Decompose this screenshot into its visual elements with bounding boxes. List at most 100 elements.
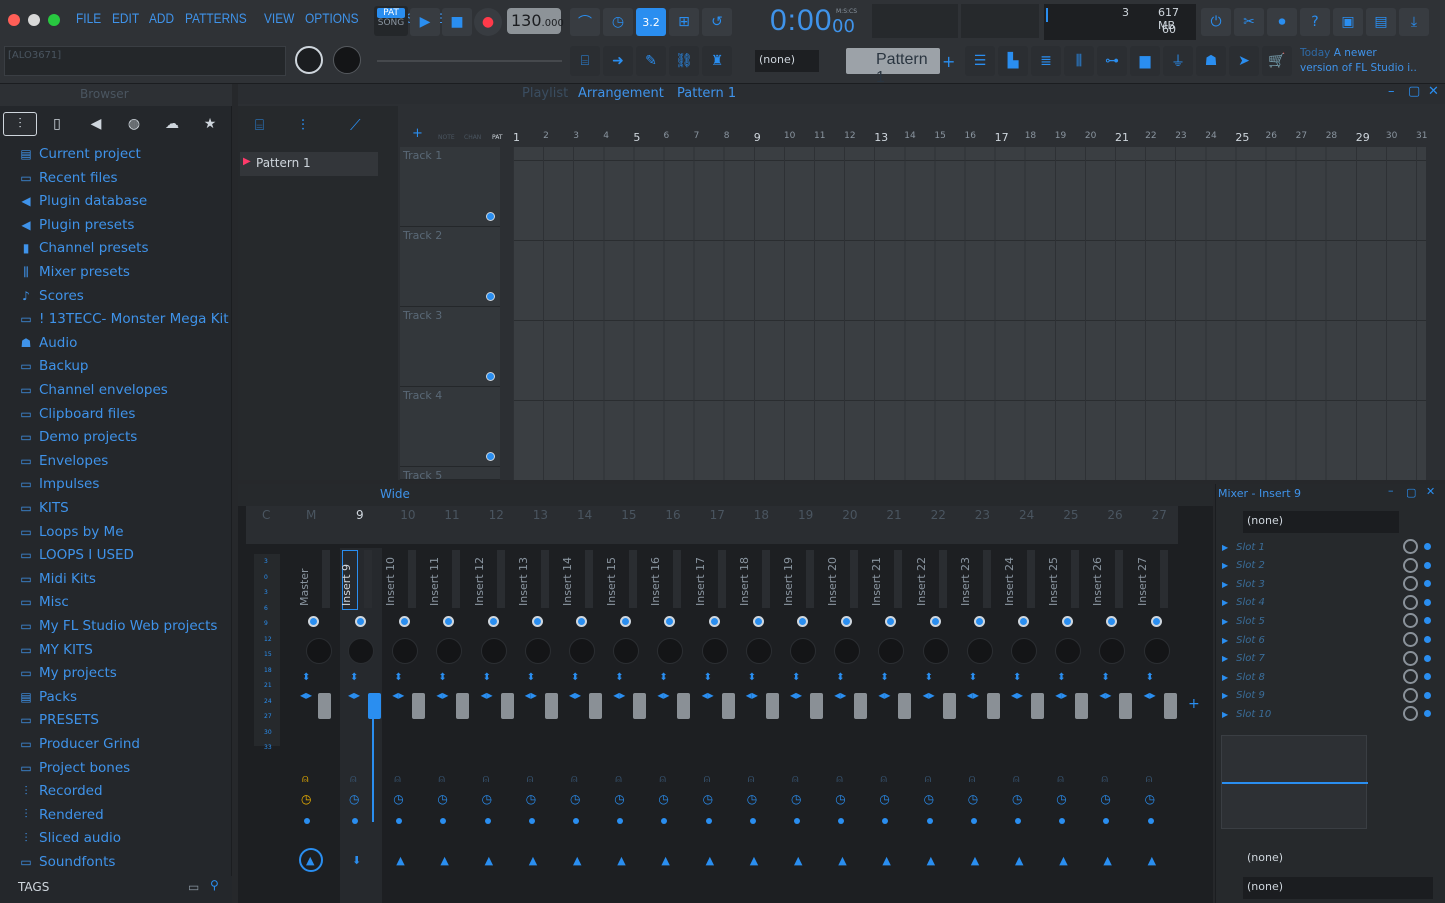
- track-header[interactable]: Track 1: [400, 147, 500, 227]
- phase-icon[interactable]: ◂▸: [481, 688, 493, 702]
- swap-icon[interactable]: ⬍: [969, 672, 977, 683]
- clock-icon[interactable]: ◷: [393, 792, 403, 806]
- browser-item[interactable]: ⫶ Rendered: [18, 804, 103, 826]
- slot-enable-led[interactable]: [1424, 654, 1431, 662]
- route-led[interactable]: [1103, 818, 1110, 824]
- route-led[interactable]: [749, 818, 756, 824]
- blend-notes-button[interactable]: ⊞: [669, 8, 699, 36]
- pan-knob[interactable]: [929, 616, 941, 627]
- tempo-display[interactable]: 130.000: [507, 8, 564, 34]
- track-header[interactable]: Track 5: [400, 467, 500, 482]
- cut-button[interactable]: ✂: [1234, 8, 1264, 36]
- folder-icon[interactable]: ▭: [188, 880, 199, 894]
- close-window-button[interactable]: [8, 14, 20, 26]
- volume-fader[interactable]: [500, 693, 514, 719]
- snap-selector[interactable]: (none): [755, 50, 819, 72]
- shop-button[interactable]: 🛒: [1262, 46, 1292, 76]
- volume-fader[interactable]: [1075, 693, 1089, 719]
- automation-icon[interactable]: ⫶: [301, 116, 305, 134]
- phase-icon[interactable]: ◂▸: [1099, 688, 1111, 702]
- cpu-monitor[interactable]: 3 617 MB 60: [1044, 4, 1196, 40]
- stereo-knob[interactable]: [436, 638, 463, 664]
- phase-icon[interactable]: ◂▸: [790, 688, 802, 702]
- swap-icon[interactable]: ⬍: [1013, 672, 1021, 683]
- playlist-button[interactable]: ☰: [965, 46, 995, 76]
- mixer-strip[interactable]: Insert 19 ⬍ ◂▸ ⍝ ◷ ▲: [782, 548, 824, 903]
- step-edit-button[interactable]: 3.2: [636, 8, 666, 36]
- phase-icon[interactable]: ◂▸: [613, 688, 625, 702]
- slot-mix-knob[interactable]: [1403, 557, 1418, 573]
- send-arrow-icon[interactable]: ▲: [440, 854, 448, 867]
- browser-item[interactable]: ▭ Backup: [18, 355, 88, 377]
- piano-roll-window-button[interactable]: ▙: [998, 46, 1028, 76]
- browser-item[interactable]: ▭ My FL Studio Web projects: [18, 615, 217, 637]
- effect-slot[interactable]: ▶ Slot 10: [1222, 705, 1431, 723]
- pan-knob[interactable]: [355, 616, 366, 627]
- route-led[interactable]: [528, 818, 535, 824]
- stereo-knob[interactable]: [790, 638, 816, 664]
- track-enable-led[interactable]: [486, 292, 495, 301]
- swap-icon[interactable]: ⬍: [836, 672, 844, 683]
- mic-icon[interactable]: ⍝: [659, 772, 666, 786]
- route-led[interactable]: [396, 818, 403, 824]
- pan-knob[interactable]: [1106, 616, 1118, 627]
- crumb-pattern[interactable]: Pattern 1: [677, 86, 736, 101]
- volume-fader[interactable]: [544, 693, 558, 719]
- route-led[interactable]: [882, 818, 889, 824]
- pan-knob[interactable]: [1062, 616, 1074, 627]
- tab-plugins[interactable]: ◀: [79, 112, 113, 136]
- track-header[interactable]: Track 3: [400, 307, 500, 387]
- lock-icon[interactable]: ⍝: [302, 772, 309, 786]
- mixer-strip[interactable]: Insert 13 ⬍ ◂▸ ⍝ ◷ ▲: [516, 548, 559, 903]
- add-insert-button[interactable]: +: [1188, 696, 1200, 712]
- route-led[interactable]: [926, 818, 933, 824]
- send-arrow-icon[interactable]: ▲: [971, 854, 979, 867]
- loop-record-button[interactable]: ↺: [702, 8, 732, 36]
- pan-knob[interactable]: [620, 616, 632, 627]
- mic-icon[interactable]: ⍝: [748, 772, 755, 786]
- swap-icon[interactable]: ⬍: [792, 672, 800, 683]
- browser-item[interactable]: ▤ Current project: [18, 143, 141, 165]
- mixer-strip[interactable]: Insert 27 ⬍ ◂▸ ⍝ ◷ ▲: [1135, 548, 1178, 903]
- channel-rack-button[interactable]: ≣: [1031, 46, 1061, 76]
- mic-icon[interactable]: ⍝: [1057, 772, 1064, 786]
- stereo-knob[interactable]: [745, 638, 772, 664]
- clock-icon[interactable]: ◷: [614, 792, 624, 806]
- volume-fader[interactable]: [589, 693, 602, 719]
- pan-knob[interactable]: [973, 616, 985, 627]
- browser-item[interactable]: ▭ ! 13TECC- Monster Mega Kit: [18, 308, 228, 330]
- output-route-selector[interactable]: (none): [1243, 877, 1433, 899]
- news-panel[interactable]: Today A newer version of FL Studio i..: [1300, 46, 1440, 78]
- volume-fader[interactable]: [854, 693, 868, 719]
- phase-icon[interactable]: ◂▸: [967, 688, 979, 702]
- swap-icon[interactable]: ⬍: [438, 672, 446, 683]
- close-icon[interactable]: ✕: [1428, 84, 1439, 99]
- stereo-knob[interactable]: [922, 638, 949, 664]
- stereo-knob[interactable]: [1099, 638, 1126, 664]
- send-arrow-icon[interactable]: ⬇: [352, 854, 361, 867]
- stereo-knob[interactable]: [348, 638, 374, 664]
- clock-icon[interactable]: ◷: [301, 792, 311, 806]
- browser-item[interactable]: ⫼ Mixer presets: [18, 261, 130, 283]
- browser-item[interactable]: ▭ Demo projects: [18, 426, 137, 448]
- phase-icon[interactable]: ◂▸: [657, 688, 669, 702]
- swap-icon[interactable]: ⬍: [483, 672, 491, 683]
- mixer-strip[interactable]: Insert 24 ⬍ ◂▸ ⍝ ◷ ▲: [1003, 548, 1045, 903]
- clock-icon[interactable]: ◷: [570, 792, 580, 806]
- menu-edit[interactable]: EDIT: [112, 10, 139, 26]
- mixer-strip[interactable]: Insert 26 ⬍ ◂▸ ⍝ ◷ ▲: [1091, 548, 1134, 903]
- effect-slot[interactable]: ▶ Slot 6: [1222, 631, 1431, 649]
- wait-for-input-button[interactable]: ◷: [603, 8, 633, 36]
- browser-item[interactable]: ▭ My projects: [18, 662, 117, 684]
- browser-button[interactable]: ⊶: [1097, 46, 1127, 76]
- stereo-knob[interactable]: [701, 638, 728, 664]
- tab-current-project[interactable]: ▯: [40, 112, 74, 136]
- route-led[interactable]: [705, 818, 712, 824]
- add-track-button[interactable]: +: [412, 126, 423, 141]
- browser-item[interactable]: ▭ Misc: [18, 591, 69, 613]
- pan-knob[interactable]: [1150, 616, 1162, 627]
- swap-icon[interactable]: ⬍: [659, 672, 667, 683]
- route-led[interactable]: [484, 818, 491, 824]
- browser-item[interactable]: ▭ Midi Kits: [18, 568, 96, 590]
- volume-fader[interactable]: [633, 693, 647, 719]
